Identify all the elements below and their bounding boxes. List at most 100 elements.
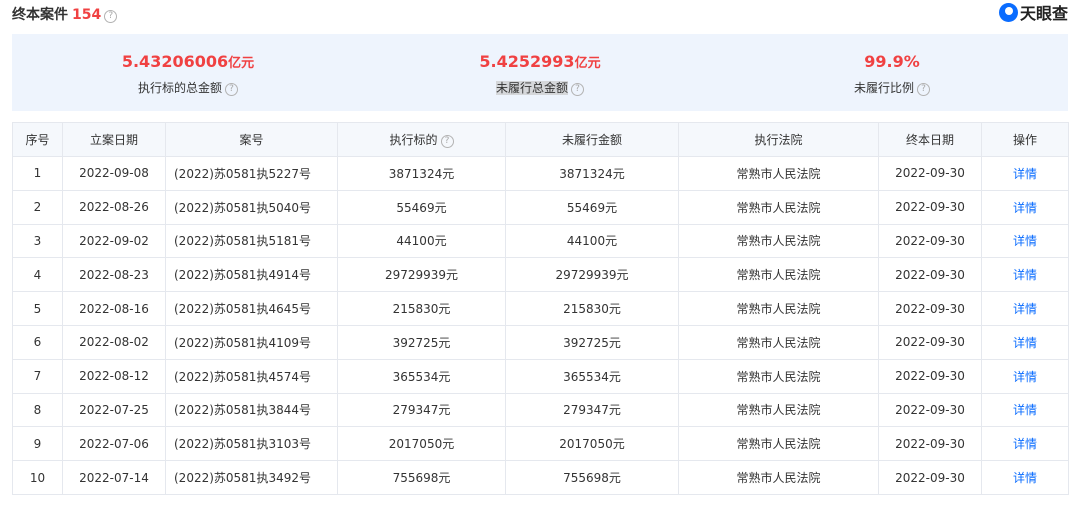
table-row: 2 2022-08-26 (2022)苏0581执5040号 55469元 55469元…	[12, 189, 1069, 225]
question-circle-icon[interactable]: ?	[440, 135, 454, 148]
cell-unpaid-amount: 215830元	[505, 291, 679, 326]
cell-unpaid-amount: 2017050元	[505, 426, 679, 462]
cell-index: 2	[12, 189, 63, 225]
column-header-execution-target: 执行标的?	[337, 122, 506, 157]
cell-filing-date: 2022-09-08	[62, 156, 166, 191]
stat-label-text: 未履行比例	[853, 81, 914, 95]
table-header-row: 序号 立案日期 案号 执行标的? 未履行金额 执行法院 终本日期 操作	[12, 122, 1069, 157]
summary-panel: 5.43206006亿元 执行标的总金额? 5.4252993亿元 未履行总金额…	[12, 34, 1068, 111]
cell-index: 8	[12, 392, 63, 428]
table-row: 7 2022-08-12 (2022)苏0581执4574号 365534元 36553…	[12, 358, 1069, 394]
details-link[interactable]: 详情	[1013, 234, 1037, 248]
details-link[interactable]: 详情	[1013, 201, 1037, 215]
cell-action: 详情	[981, 189, 1069, 225]
cell-unpaid-amount: 3871324元	[505, 156, 679, 191]
stat-value: 99.9%	[716, 52, 1068, 71]
cell-case-number: (2022)苏0581执4574号	[165, 358, 338, 394]
cell-action: 详情	[981, 257, 1069, 293]
cell-court: 常熟市人民法院	[678, 189, 879, 225]
cell-execution-target: 279347元	[337, 392, 506, 428]
cell-unpaid-amount: 755698元	[505, 460, 679, 495]
cell-case-number: (2022)苏0581执3844号	[165, 392, 338, 428]
cell-filing-date: 2022-09-02	[62, 223, 166, 259]
section-header: 终本案件 154? 天眼查	[12, 0, 1068, 28]
cell-end-date: 2022-09-30	[878, 156, 982, 191]
details-link[interactable]: 详情	[1013, 167, 1037, 181]
question-circle-icon[interactable]: ?	[571, 83, 584, 96]
stat-value: 5.4252993亿元	[364, 52, 716, 71]
cell-action: 详情	[981, 460, 1069, 495]
cell-execution-target: 29729939元	[337, 257, 506, 293]
details-link[interactable]: 详情	[1013, 370, 1037, 384]
column-header-unpaid-amount: 未履行金额	[505, 122, 679, 157]
cell-court: 常熟市人民法院	[678, 257, 879, 293]
cell-index: 5	[12, 291, 63, 326]
stat-label-text: 执行标的总金额	[137, 81, 222, 95]
cell-case-number: (2022)苏0581执4914号	[165, 257, 338, 293]
cell-case-number: (2022)苏0581执3492号	[165, 460, 338, 495]
cell-court: 常熟市人民法院	[678, 460, 879, 495]
table-row: 3 2022-09-02 (2022)苏0581执5181号 44100元 44100元…	[12, 223, 1069, 259]
section-title-text: 终本案件	[12, 7, 68, 23]
cell-unpaid-amount: 55469元	[505, 189, 679, 225]
details-link[interactable]: 详情	[1013, 471, 1037, 485]
cell-filing-date: 2022-08-12	[62, 358, 166, 394]
cell-filing-date: 2022-07-25	[62, 392, 166, 428]
stat-unit: 亿元	[228, 56, 255, 71]
brand-name: 天眼查	[1019, 4, 1068, 23]
cell-court: 常熟市人民法院	[678, 324, 879, 360]
cell-execution-target: 55469元	[337, 189, 506, 225]
brand-logo[interactable]: 天眼查	[998, 2, 1068, 23]
column-header-text: 执行标的	[389, 133, 438, 147]
stat-number: 5.4252993	[479, 52, 575, 71]
table-row: 8 2022-07-25 (2022)苏0581执3844号 279347元 27934…	[12, 392, 1069, 428]
details-link[interactable]: 详情	[1013, 437, 1037, 451]
cell-index: 1	[12, 156, 63, 191]
cell-case-number: (2022)苏0581执5040号	[165, 189, 338, 225]
cell-end-date: 2022-09-30	[878, 291, 982, 326]
cell-index: 4	[12, 257, 63, 293]
details-link[interactable]: 详情	[1013, 302, 1037, 316]
cell-execution-target: 365534元	[337, 358, 506, 394]
question-circle-icon[interactable]: ?	[225, 83, 238, 96]
cell-case-number: (2022)苏0581执3103号	[165, 426, 338, 462]
cell-end-date: 2022-09-30	[878, 358, 982, 394]
cell-index: 6	[12, 324, 63, 360]
cell-court: 常熟市人民法院	[678, 156, 879, 191]
cell-action: 详情	[981, 156, 1069, 191]
cell-court: 常熟市人民法院	[678, 358, 879, 394]
cell-execution-target: 755698元	[337, 460, 506, 495]
table-body: 1 2022-09-08 (2022)苏0581执5227号 3871324元 3871…	[12, 156, 1069, 495]
cell-end-date: 2022-09-30	[878, 392, 982, 428]
stat-unit: 亿元	[574, 56, 601, 71]
table-row: 4 2022-08-23 (2022)苏0581执4914号 29729939元 297…	[12, 257, 1069, 293]
cell-unpaid-amount: 44100元	[505, 223, 679, 259]
details-link[interactable]: 详情	[1013, 336, 1037, 350]
cell-action: 详情	[981, 291, 1069, 326]
details-link[interactable]: 详情	[1013, 268, 1037, 282]
cell-end-date: 2022-09-30	[878, 223, 982, 259]
cell-case-number: (2022)苏0581执4645号	[165, 291, 338, 326]
brand-logo-icon	[998, 2, 1018, 22]
question-circle-icon[interactable]: ?	[104, 10, 118, 23]
cell-action: 详情	[981, 358, 1069, 394]
column-header-filing-date: 立案日期	[62, 122, 166, 157]
cell-end-date: 2022-09-30	[878, 426, 982, 462]
cell-filing-date: 2022-08-02	[62, 324, 166, 360]
question-circle-icon[interactable]: ?	[917, 83, 930, 96]
stat-label-text: 未履行总金额	[495, 81, 568, 95]
cell-action: 详情	[981, 223, 1069, 259]
cell-index: 3	[12, 223, 63, 259]
cases-table: 序号 立案日期 案号 执行标的? 未履行金额 执行法院 终本日期 操作 1 202…	[12, 122, 1069, 495]
details-link[interactable]: 详情	[1013, 403, 1037, 417]
cell-court: 常熟市人民法院	[678, 291, 879, 326]
cell-unpaid-amount: 392725元	[505, 324, 679, 360]
cell-filing-date: 2022-07-14	[62, 460, 166, 495]
table-row: 9 2022-07-06 (2022)苏0581执3103号 2017050元 2017…	[12, 426, 1069, 462]
stat-label: 未履行总金额?	[364, 79, 716, 96]
cell-filing-date: 2022-08-26	[62, 189, 166, 225]
cell-end-date: 2022-09-30	[878, 324, 982, 360]
cell-unpaid-amount: 29729939元	[505, 257, 679, 293]
table-row: 6 2022-08-02 (2022)苏0581执4109号 392725元 39272…	[12, 324, 1069, 360]
cell-unpaid-amount: 365534元	[505, 358, 679, 394]
